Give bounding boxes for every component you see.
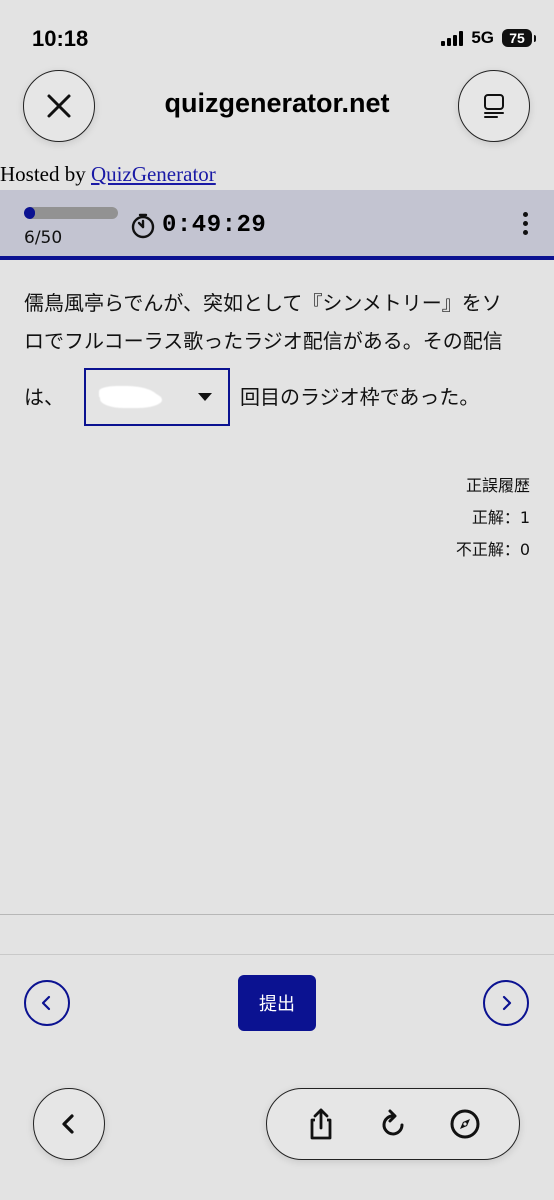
timer-text: 0:49:29	[162, 212, 267, 239]
compass-icon	[450, 1109, 480, 1139]
reload-button[interactable]	[373, 1104, 413, 1144]
answer-dropdown[interactable]	[84, 368, 230, 426]
safari-button[interactable]	[445, 1104, 485, 1144]
progress-bar	[24, 207, 118, 219]
browser-toolbar	[266, 1088, 520, 1160]
question-line-1: 儒鳥風亭らでんが、突如として『シンメトリー』をソ	[24, 291, 502, 315]
status-bar: 10:18 5G 75	[0, 0, 554, 70]
chevron-left-icon	[41, 995, 51, 1011]
next-question-button[interactable]	[483, 980, 529, 1026]
more-options-icon[interactable]	[523, 212, 528, 235]
progress-text: 6/50	[24, 228, 63, 248]
chevron-right-icon	[502, 995, 512, 1011]
battery-icon: 75	[502, 29, 536, 47]
chevron-left-icon	[62, 1114, 74, 1134]
history-title: 正誤履歴	[465, 476, 530, 495]
previous-question-button[interactable]	[24, 980, 70, 1026]
tabs-menu-button[interactable]	[458, 70, 530, 142]
divider	[0, 914, 554, 915]
reload-icon	[382, 1109, 404, 1136]
tabs-menu-icon	[484, 94, 504, 118]
share-icon	[310, 1108, 332, 1140]
hosted-prefix: Hosted by	[0, 162, 86, 186]
status-time: 10:18	[32, 26, 89, 51]
quizgenerator-link[interactable]: QuizGenerator	[91, 162, 216, 186]
chevron-down-icon	[198, 393, 212, 401]
progress-fill	[24, 207, 36, 219]
browser-back-button[interactable]	[33, 1088, 105, 1160]
timer: 0:49:29	[130, 212, 266, 239]
divider	[0, 954, 554, 955]
stopwatch-icon	[131, 213, 155, 238]
question-suffix: 回目のラジオ枠であった。	[240, 385, 480, 409]
history-incorrect: 不正解：0	[455, 540, 530, 559]
quiz-header-bar: 6/50 0:49:29	[0, 190, 554, 260]
network-type: 5G	[471, 28, 494, 47]
signal-icon	[441, 30, 464, 46]
share-button[interactable]	[301, 1104, 341, 1144]
redacted-scribble	[100, 386, 158, 408]
question-line-3: は、 回目のラジオ枠であった。	[24, 368, 530, 426]
submit-button[interactable]: 提出	[238, 975, 316, 1031]
question-prefix: は、	[24, 385, 64, 409]
history-correct: 正解：1	[471, 508, 530, 527]
question-line-2: ロでフルコーラス歌ったラジオ配信がある。その配信	[24, 329, 503, 353]
answer-history: 正誤履歴 正解：1 不正解：0	[456, 470, 530, 566]
hosted-by: Hosted by QuizGenerator	[0, 162, 216, 187]
status-indicators: 5G 75	[441, 28, 536, 48]
question-text: 儒鳥風亭らでんが、突如として『シンメトリー』をソ ロでフルコーラス歌ったラジオ配…	[24, 284, 530, 426]
